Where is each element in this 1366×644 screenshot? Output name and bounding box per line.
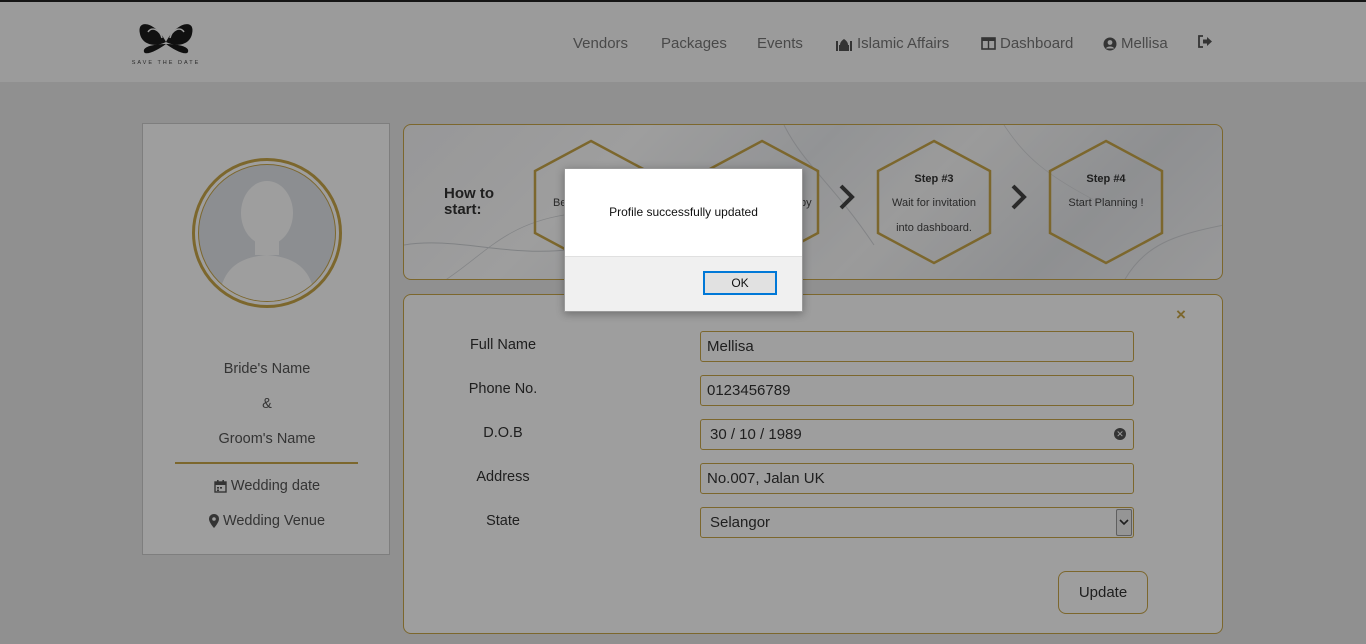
ok-button[interactable]: OK (703, 271, 777, 295)
dialog-message: Profile successfully updated (609, 205, 758, 219)
dialog-footer: OK (565, 256, 802, 311)
alert-dialog: Profile successfully updated OK (564, 168, 803, 312)
modal-overlay (0, 0, 1366, 644)
